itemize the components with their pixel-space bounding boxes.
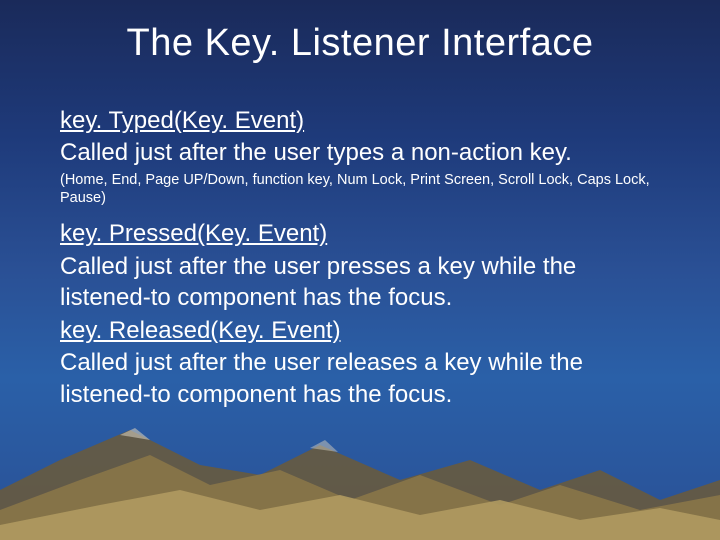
method-name: key. Released(Key. Event) — [60, 315, 660, 347]
slide: The Key. Listener Interface key. Typed(K… — [0, 0, 720, 540]
method-note: (Home, End, Page UP/Down, function key, … — [60, 171, 660, 209]
method-name: key. Typed(Key. Event) — [60, 105, 660, 137]
method-desc: Called just after the user releases a ke… — [60, 347, 660, 409]
slide-title: The Key. Listener Interface — [0, 0, 720, 75]
mountain-decoration — [0, 420, 720, 540]
method-desc: Called just after the user presses a key… — [60, 251, 660, 313]
method-desc: Called just after the user types a non-a… — [60, 137, 660, 168]
method-name: key. Pressed(Key. Event) — [60, 218, 660, 250]
slide-content: key. Typed(Key. Event) Called just after… — [0, 75, 720, 410]
